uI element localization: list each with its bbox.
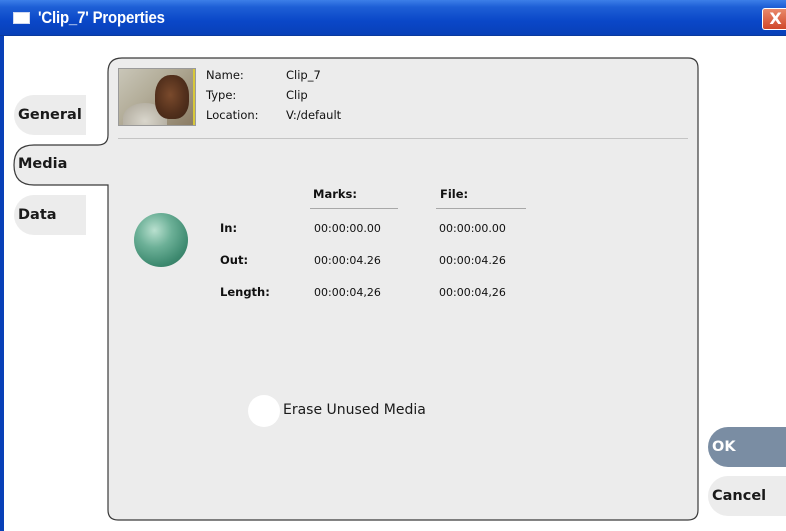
in-marks-value: 00:00:00.00 [314, 222, 381, 235]
section-divider [118, 138, 688, 139]
out-file-value: 00:00:04.26 [439, 254, 506, 267]
tab-media[interactable]: Media [18, 156, 67, 172]
out-label: Out: [220, 253, 249, 267]
file-header-rule [436, 208, 526, 209]
erase-unused-media-label[interactable]: Erase Unused Media [283, 402, 426, 418]
in-file-value: 00:00:00.00 [439, 222, 506, 235]
marks-header: Marks: [313, 187, 357, 201]
file-header: File: [440, 187, 469, 201]
name-label: Name: [206, 68, 244, 82]
in-label: In: [220, 221, 238, 235]
type-label: Type: [206, 88, 237, 102]
cancel-button[interactable]: Cancel [708, 476, 786, 516]
length-marks-value: 00:00:04,26 [314, 286, 381, 299]
erase-unused-media-radio[interactable] [248, 395, 280, 427]
clip-thumbnail [118, 68, 196, 126]
name-value: Clip_7 [286, 68, 321, 82]
out-marks-value: 00:00:04.26 [314, 254, 381, 267]
marks-header-rule [310, 208, 398, 209]
location-value: V:/default [286, 108, 342, 122]
length-label: Length: [220, 285, 270, 299]
type-value: Clip [286, 88, 308, 102]
location-label: Location: [206, 108, 259, 122]
status-sphere-icon [134, 213, 188, 267]
length-file-value: 00:00:04,26 [439, 286, 506, 299]
ok-button[interactable]: OK [708, 427, 786, 467]
